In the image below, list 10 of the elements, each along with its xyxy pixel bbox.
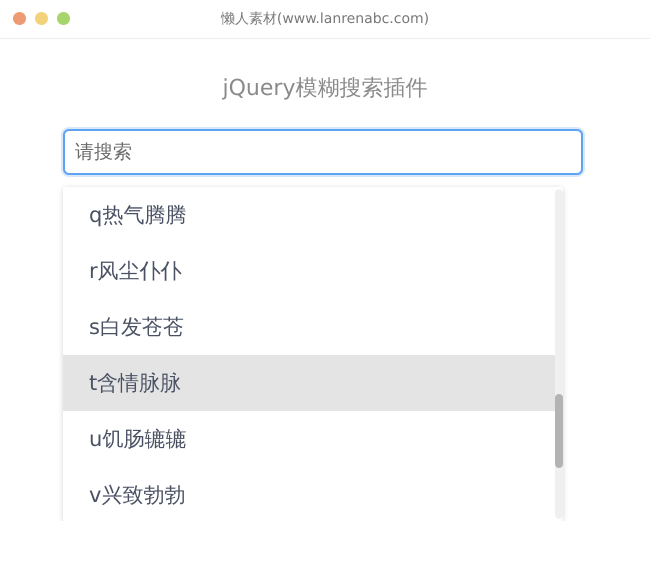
close-button[interactable] — [13, 12, 26, 25]
search-field[interactable]: 请搜索 — [63, 129, 583, 175]
page-heading: jQuery模糊搜索插件 — [222, 75, 428, 103]
minimize-button[interactable] — [35, 12, 48, 25]
suggestion-item[interactable]: q热气腾腾 — [63, 187, 555, 243]
maximize-button[interactable] — [57, 12, 70, 25]
suggestion-item[interactable]: t含情脉脉 — [63, 355, 555, 411]
window-title: 懒人素材(www.lanrenabc.com) — [220, 10, 430, 28]
suggestion-item[interactable]: v兴致勃勃 — [63, 467, 555, 521]
scrollbar-thumb[interactable] — [555, 394, 563, 468]
